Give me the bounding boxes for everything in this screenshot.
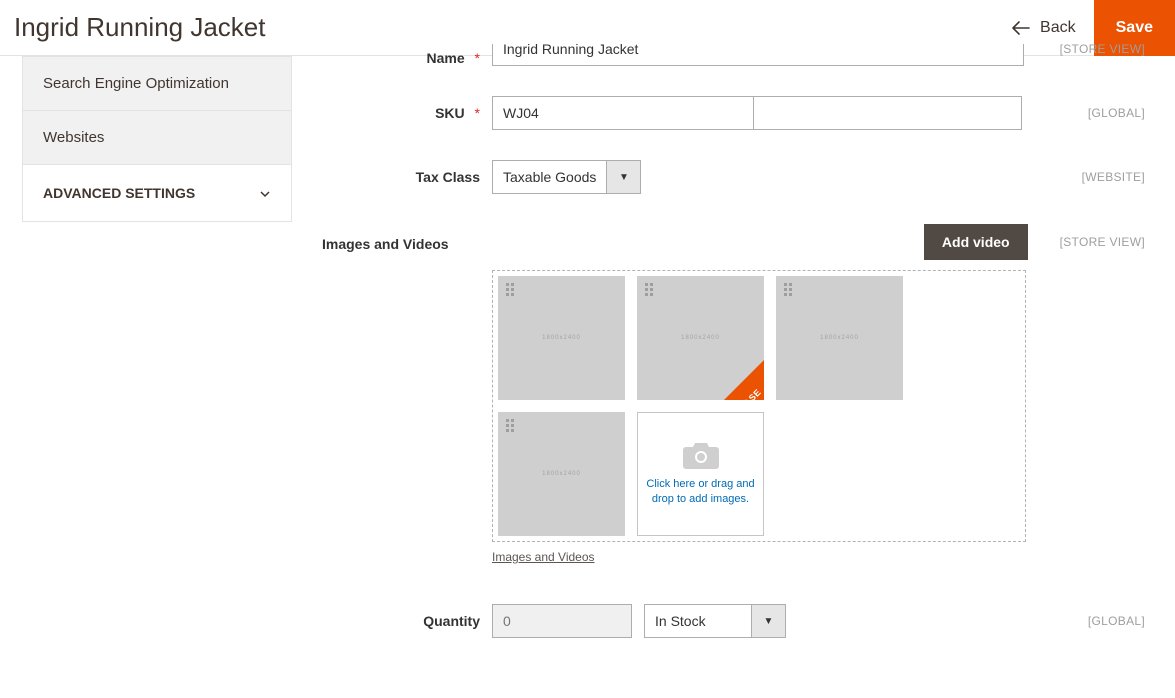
sku-scope: [GLOBAL] [1088,106,1145,120]
image-thumb[interactable]: 1800x2400 BASE [637,276,764,400]
drag-handle-icon [504,282,518,296]
chevron-down-icon: ▼ [752,604,786,638]
chevron-down-icon: ▼ [607,160,641,194]
drag-handle-icon [782,282,796,296]
add-video-button[interactable]: Add video [924,224,1028,260]
back-button[interactable]: Back [1012,17,1076,38]
required-asterisk: * [475,50,480,66]
upload-dropzone[interactable]: Click here or drag and drop to add image… [637,412,764,536]
stock-status-select[interactable]: In Stock ▼ [644,604,786,638]
images-videos-link[interactable]: Images and Videos [492,550,595,564]
image-thumb[interactable]: 1800x2400 [776,276,903,400]
images-scope: [STORE VIEW] [1060,235,1145,249]
tax-class-value: Taxable Goods [503,169,596,185]
sidebar: Search Engine Optimization Websites ADVA… [0,56,292,698]
tax-class-label: Tax Class [416,169,480,185]
back-label: Back [1040,19,1076,37]
placeholder-size: 1800x2400 [542,335,581,341]
sku-label: SKU [435,105,465,121]
upload-hint: Click here or drag and drop to add image… [644,477,757,508]
arrow-left-icon [1012,17,1030,38]
tax-class-scope: [WEBSITE] [1082,170,1145,184]
quantity-input [492,604,632,638]
page-title: Ingrid Running Jacket [14,12,265,43]
stock-status-value: In Stock [655,613,706,629]
quantity-label: Quantity [423,613,480,629]
image-thumb[interactable]: 1800x2400 [498,276,625,400]
placeholder-size: 1800x2400 [820,335,859,341]
name-scope: [STORE VIEW] [1060,44,1145,56]
image-thumb[interactable]: 1800x2400 [498,412,625,536]
image-gallery: 1800x2400 1800x2400 BASE 1800x2400 1800x… [492,270,1026,542]
camera-icon [683,441,719,469]
advanced-settings-label: ADVANCED SETTINGS [43,185,195,201]
placeholder-size: 1800x2400 [681,335,720,341]
images-label: Images and Videos [322,236,449,252]
chevron-down-icon [259,185,271,201]
name-input[interactable] [492,44,1024,66]
sidebar-item-websites[interactable]: Websites [22,111,292,165]
drag-handle-icon [504,418,518,432]
name-label: Name [427,50,465,66]
sku-input[interactable] [492,96,754,130]
drag-handle-icon [643,282,657,296]
quantity-scope: [GLOBAL] [1088,614,1145,628]
required-asterisk: * [475,105,480,121]
sidebar-item-seo[interactable]: Search Engine Optimization [22,56,292,111]
main-form: Name * [STORE VIEW] SKU * [GLOBAL] Ta [292,56,1175,698]
tax-class-select[interactable]: Taxable Goods ▼ [492,160,641,194]
sidebar-section-advanced[interactable]: ADVANCED SETTINGS [22,165,292,222]
placeholder-size: 1800x2400 [542,471,581,477]
